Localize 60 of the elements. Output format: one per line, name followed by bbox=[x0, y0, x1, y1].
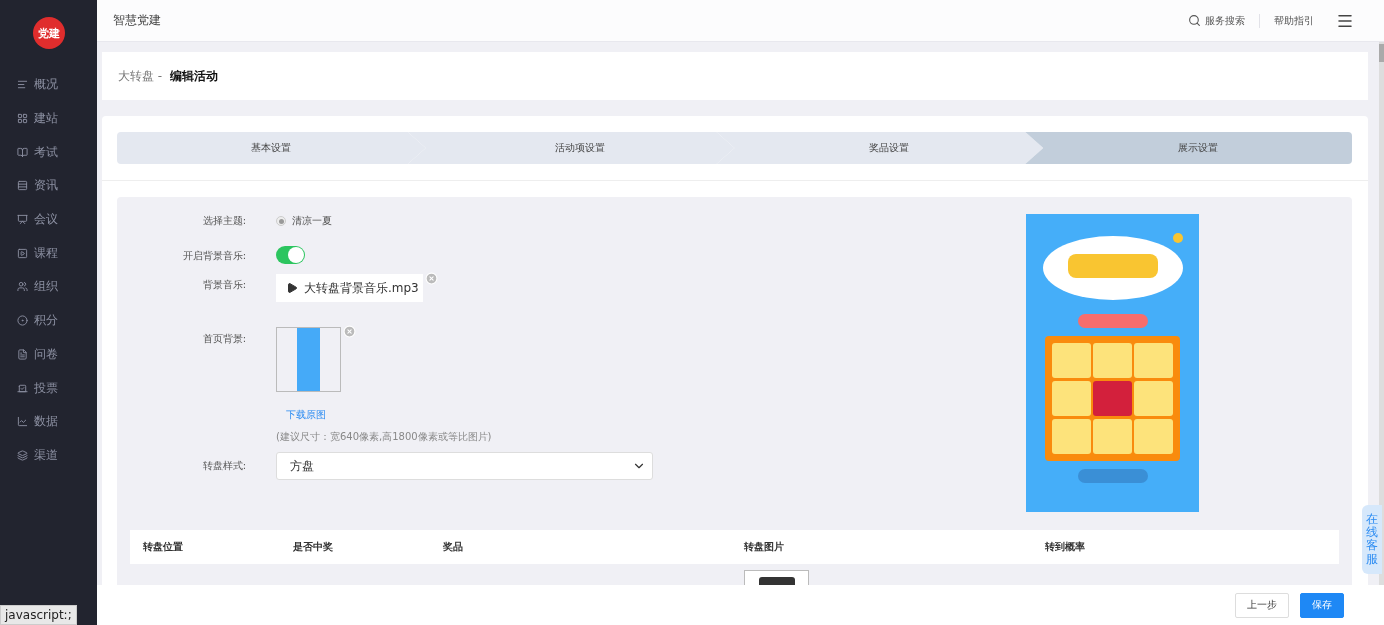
play-icon bbox=[17, 247, 28, 259]
download-link[interactable]: 下载原图 bbox=[286, 408, 326, 422]
sidebar-item[interactable]: 课程 bbox=[0, 236, 97, 271]
field-label: 选择主题: bbox=[201, 214, 246, 228]
step-tab[interactable]: 基本设置 bbox=[117, 132, 426, 164]
column-header: 奖品 bbox=[443, 540, 464, 554]
column-header: 转盘图片 bbox=[744, 540, 785, 554]
back-button[interactable]: 上一步 bbox=[1235, 592, 1289, 618]
background-thumbnail bbox=[276, 327, 341, 392]
app-title: 智慧党建 bbox=[113, 12, 162, 29]
remove-icon[interactable] bbox=[343, 325, 356, 338]
play-icon[interactable] bbox=[286, 282, 298, 294]
column-header: 转盘位置 bbox=[143, 540, 184, 554]
help-link[interactable]: 帮助指引 bbox=[1274, 13, 1314, 28]
sidebar-item[interactable]: 概况 bbox=[0, 68, 97, 102]
audio-file[interactable]: 大转盘背景音乐.mp3 bbox=[276, 274, 423, 302]
people-icon bbox=[17, 281, 28, 293]
logo: 党建 bbox=[32, 17, 65, 49]
size-hint: (建议尺寸：宽640像素,高1800像素或等比图片) bbox=[276, 430, 492, 444]
step-tab[interactable]: 奖品设置 bbox=[716, 132, 1044, 164]
remove-icon[interactable] bbox=[424, 272, 438, 285]
field-label: 背景音乐: bbox=[201, 278, 246, 292]
search-link[interactable]: 服务搜索 bbox=[1188, 13, 1245, 28]
field-label: 首页背景: bbox=[201, 332, 246, 346]
toggle-switch[interactable] bbox=[276, 246, 305, 264]
breadcrumb-parent[interactable]: 大转盘 - bbox=[118, 67, 163, 85]
column-header: 转到概率 bbox=[1045, 540, 1086, 554]
lines-icon bbox=[17, 79, 28, 91]
step-tab[interactable]: 活动项设置 bbox=[407, 132, 735, 164]
sidebar-item[interactable]: 组织 bbox=[0, 270, 97, 304]
board-icon bbox=[17, 214, 28, 226]
ballot-icon bbox=[17, 382, 28, 394]
search-icon[interactable] bbox=[1188, 14, 1201, 27]
book-icon bbox=[17, 146, 28, 158]
sidebar-item[interactable]: 会议 bbox=[0, 202, 97, 237]
sidebar-item[interactable]: 渠道 bbox=[0, 438, 97, 473]
sidebar-item[interactable]: 投票 bbox=[0, 371, 97, 405]
step-tab[interactable]: 展示设置 bbox=[1025, 132, 1352, 164]
sidebar-item[interactable]: 积分 bbox=[0, 303, 97, 338]
option-label: 清凉一夏 bbox=[292, 214, 332, 228]
status-url: javascript:; bbox=[0, 605, 77, 625]
circle-icon bbox=[17, 315, 28, 327]
sidebar-item[interactable]: 问卷 bbox=[0, 337, 97, 372]
page-title: 编辑活动 bbox=[170, 67, 219, 85]
layers-icon bbox=[17, 449, 28, 461]
sidebar-item[interactable]: 资讯 bbox=[0, 169, 97, 203]
document-icon bbox=[17, 348, 28, 360]
scrollbar[interactable] bbox=[1379, 42, 1384, 585]
list-icon bbox=[17, 180, 28, 192]
field-label: 转盘样式: bbox=[201, 459, 246, 473]
sidebar-item[interactable]: 建站 bbox=[0, 101, 97, 136]
grid-icon bbox=[17, 113, 28, 125]
style-select[interactable]: 方盘 bbox=[276, 452, 653, 480]
sidebar-item[interactable]: 考试 bbox=[0, 135, 97, 170]
sidebar-item[interactable]: 数据 bbox=[0, 404, 97, 439]
line-chart-icon bbox=[17, 416, 28, 428]
field-label: 开启背景音乐: bbox=[181, 249, 246, 263]
online-service-tab[interactable]: 在线客服 bbox=[1362, 505, 1382, 574]
save-button[interactable]: 保存 bbox=[1300, 592, 1344, 618]
column-header: 是否中奖 bbox=[293, 540, 334, 554]
